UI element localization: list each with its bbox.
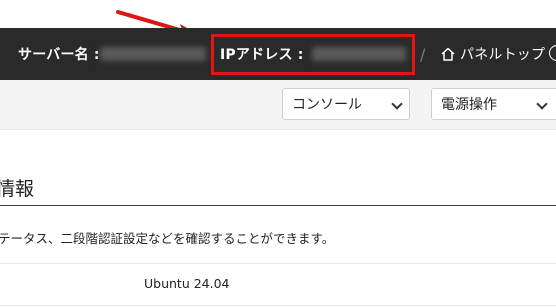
server-name-label: サーバー名 : [18,47,100,63]
panel-top-label: パネルトップ [460,47,546,63]
breadcrumb-separator: / [420,44,426,64]
chevron-down-icon [536,98,548,110]
home-icon [441,47,455,61]
ip-address-highlight-box [211,34,415,75]
section-divider [0,205,556,206]
chevron-down-icon [391,98,403,110]
page: サーバー名 : IPアドレス : / パネルトップ コンソール 電源操作 情報 … [0,0,556,308]
action-toolbar: コンソール 電源操作 [0,80,556,130]
row-divider [0,263,556,264]
server-name-value-redacted [100,47,206,61]
os-value: Ubuntu 24.04 [144,276,230,291]
panel-top-link[interactable]: パネルトップ [440,28,545,80]
console-select[interactable]: コンソール [282,88,410,120]
console-select-label: コンソール [292,97,362,113]
section-description: テータス、二段階認証設定などを確認することができます。 [0,231,335,246]
section-title: 情報 [0,178,35,200]
info-icon[interactable] [549,45,556,61]
row-divider [0,305,556,306]
power-operation-select[interactable]: 電源操作 [431,88,556,120]
power-select-label: 電源操作 [441,97,497,113]
